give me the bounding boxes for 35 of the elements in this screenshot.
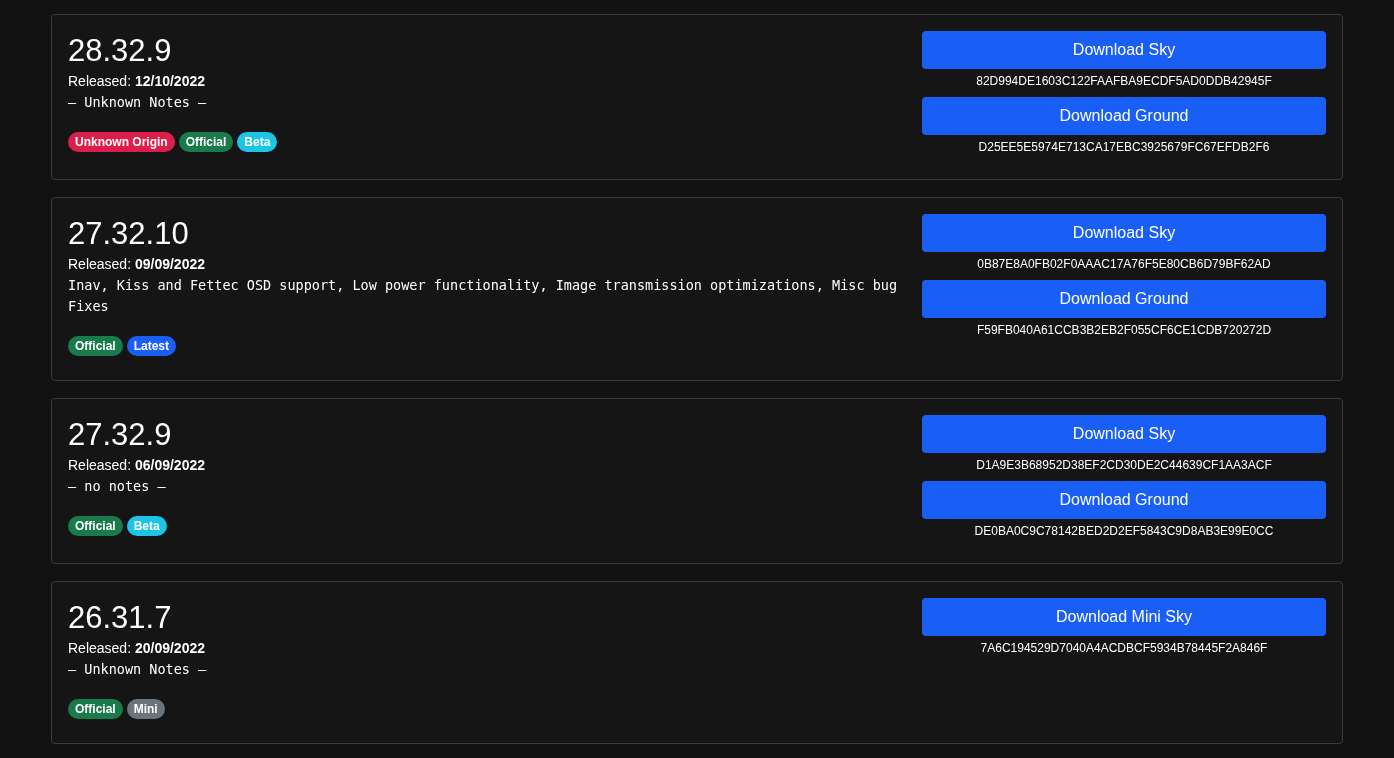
hash-text: 0B87E8A0FB02F0AAAC17A76F5E80CB6D79BF62AD [977, 256, 1271, 272]
hash-text: 82D994DE1603C122FAAFBA9ECDF5AD0DDB42945F [976, 73, 1272, 89]
tag: Beta [237, 132, 278, 152]
release-date: Released: 09/09/2022 [68, 255, 206, 274]
download-button[interactable]: Download Ground [922, 97, 1326, 135]
version-title: 27.32.9 [68, 416, 173, 454]
release-date: Released: 12/10/2022 [68, 72, 206, 91]
version-title: 27.32.10 [68, 215, 190, 253]
hash-text: F59FB040A61CCB3B2EB2F055CF6CE1CDB720272D [976, 322, 1272, 338]
release-date: Released: 06/09/2022 [68, 456, 206, 475]
release-notes: – Unknown Notes – [68, 660, 208, 679]
tag: Mini [126, 699, 165, 719]
release-notes: – Unknown Notes – [68, 93, 208, 112]
tag: Beta [126, 516, 167, 536]
release-date: Released: 20/09/2022 [68, 639, 206, 658]
hash-text: D1A9E3B68952D38EF2CD30DE2C44639CF1AA3ACF [976, 457, 1272, 473]
tag: Official [178, 132, 234, 152]
download-button[interactable]: Download Ground [922, 280, 1326, 318]
download-button[interactable]: Download Ground [922, 481, 1326, 519]
tag: Official [68, 699, 123, 719]
version-title: 28.32.9 [68, 32, 173, 70]
tag: Latest [126, 336, 177, 356]
hash-text: DE0BA0C9C78142BED2D2EF5843C9D8AB3E99E0CC [974, 523, 1274, 539]
tag: Official [68, 336, 123, 356]
hash-text: 7A6C194529D7040A4ACDBCF5934B78445F2A846F [980, 640, 1268, 656]
download-button[interactable]: Download Sky [922, 214, 1326, 252]
download-button[interactable]: Download Sky [922, 31, 1326, 69]
version-title: 26.31.7 [68, 599, 173, 637]
download-button[interactable]: Download Sky [922, 415, 1326, 453]
release-notes: Inav, Kiss and Fettec OSD support, Low power functionality, Image transmission optimizations, Misc bug Fixes [68, 276, 898, 316]
hash-text: D25EE5E5974E713CA17EBC3925679FC67EFDB2F6 [978, 139, 1270, 155]
download-button[interactable]: Download Mini Sky [922, 598, 1326, 636]
tag: Official [68, 516, 123, 536]
tag: Unknown Origin [68, 132, 175, 152]
release-notes: – no notes – [68, 477, 167, 496]
